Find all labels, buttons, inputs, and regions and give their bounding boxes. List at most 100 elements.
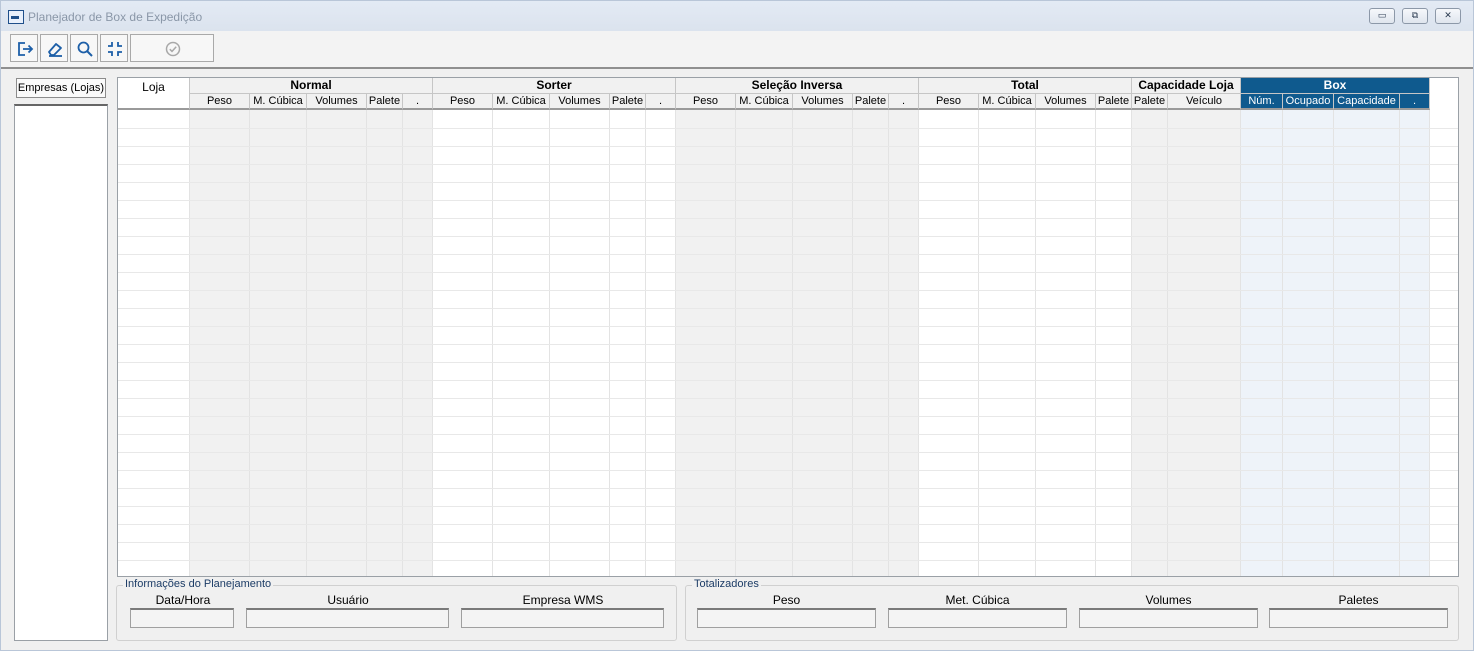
user-field[interactable] — [246, 608, 449, 628]
column-header-2-1[interactable]: M. Cúbica — [736, 94, 793, 110]
title-bar: Planejador de Box de Expedição ▭ ⧉ ✕ — [1, 1, 1473, 31]
row-divider — [118, 416, 1458, 417]
search-icon — [77, 41, 93, 57]
group-header-4: Capacidade Loja — [1132, 78, 1241, 94]
row-divider — [118, 560, 1458, 561]
total-volumes-field[interactable] — [1079, 608, 1258, 628]
field-label-user: Usuário — [327, 593, 369, 607]
planning-info-title: Informações do Planejamento — [123, 578, 274, 590]
datetime-field[interactable] — [130, 608, 234, 628]
toolbar — [1, 31, 1473, 69]
minimize-icon: ▭ — [1377, 11, 1387, 21]
field-label-datetime: Data/Hora — [155, 593, 211, 607]
field-label-total-cubic: Met. Cúbica — [945, 593, 1010, 607]
row-divider — [118, 398, 1458, 399]
row-divider — [118, 362, 1458, 363]
column-header-1-2[interactable]: Volumes — [550, 94, 610, 110]
column-header-1-1[interactable]: M. Cúbica — [493, 94, 550, 110]
column-header-5-0[interactable]: Núm. — [1241, 94, 1283, 110]
group-header-0: Normal — [190, 78, 433, 94]
check-circle-icon — [165, 41, 181, 57]
close-button[interactable]: ✕ — [1435, 8, 1461, 24]
row-divider — [118, 272, 1458, 273]
column-header-0-2[interactable]: Volumes — [307, 94, 367, 110]
row-divider — [118, 236, 1458, 237]
column-header-4-1[interactable]: Veículo — [1168, 94, 1241, 110]
field-label-total-weight: Peso — [772, 593, 801, 607]
row-divider — [118, 380, 1458, 381]
column-header-1-3[interactable]: Palete — [610, 94, 646, 110]
column-header-5-1[interactable]: Ocupado — [1283, 94, 1334, 110]
row-divider — [118, 542, 1458, 543]
total-pallets-field[interactable] — [1269, 608, 1448, 628]
planning-grid[interactable]: Loja Normal Peso M. Cúbica Volumes Palete. Sor… — [117, 77, 1459, 577]
column-header-0-0[interactable]: Peso — [190, 94, 250, 110]
company-wms-field[interactable] — [461, 608, 664, 628]
row-divider — [118, 290, 1458, 291]
row-divider — [118, 434, 1458, 435]
collapse-icon — [108, 42, 122, 56]
column-header-5-2[interactable]: Capacidade — [1334, 94, 1400, 110]
column-header-3-0[interactable]: Peso — [919, 94, 979, 110]
group-header-1: Sorter — [433, 78, 676, 94]
group-header-2: Seleção Inversa — [676, 78, 919, 94]
exit-button[interactable] — [10, 34, 38, 62]
window-title: Planejador de Box de Expedição — [28, 10, 203, 24]
column-header-2-2[interactable]: Volumes — [793, 94, 853, 110]
app-window-icon — [8, 10, 24, 24]
column-header-1-0[interactable]: Peso — [433, 94, 493, 110]
collapse-button[interactable] — [100, 34, 128, 62]
column-header-3-2[interactable]: Volumes — [1036, 94, 1096, 110]
confirm-button[interactable] — [130, 34, 214, 62]
row-divider — [118, 326, 1458, 327]
field-label-total-volumes: Volumes — [1145, 593, 1192, 607]
eraser-icon — [48, 43, 62, 57]
column-header-3-3[interactable]: Palete — [1096, 94, 1132, 110]
column-header-1-4[interactable]: . — [646, 94, 676, 110]
row-divider — [118, 164, 1458, 165]
planning-info-group: Informações do Planejamento Data/Hora Us… — [116, 578, 677, 641]
row-divider — [118, 146, 1458, 147]
companies-list[interactable] — [14, 104, 108, 641]
total-weight-field[interactable] — [697, 608, 876, 628]
exit-icon — [18, 42, 34, 56]
total-cubic-field[interactable] — [888, 608, 1067, 628]
companies-panel: Empresas (Lojas) — [13, 77, 109, 642]
row-divider — [118, 182, 1458, 183]
restore-button[interactable]: ⧉ — [1402, 8, 1428, 24]
row-divider — [118, 344, 1458, 345]
row-divider — [118, 200, 1458, 201]
tab-companies[interactable]: Empresas (Lojas) — [16, 78, 106, 98]
totals-group: Totalizadores Peso Met. Cúbica Volumes P… — [685, 578, 1459, 641]
row-divider — [118, 452, 1458, 453]
search-button[interactable] — [70, 34, 98, 62]
group-header-5: Box — [1241, 78, 1430, 94]
header-loja[interactable]: Loja — [118, 78, 190, 110]
column-header-0-4[interactable]: . — [403, 94, 433, 110]
close-icon: ✕ — [1444, 11, 1452, 21]
row-divider — [118, 524, 1458, 525]
row-divider — [118, 128, 1458, 129]
column-header-2-0[interactable]: Peso — [676, 94, 736, 110]
row-divider — [118, 488, 1458, 489]
column-header-0-3[interactable]: Palete — [367, 94, 403, 110]
clear-button[interactable] — [40, 34, 68, 62]
column-header-2-3[interactable]: Palete — [853, 94, 889, 110]
row-divider — [118, 218, 1458, 219]
minimize-button[interactable]: ▭ — [1369, 8, 1395, 24]
column-header-3-1[interactable]: M. Cúbica — [979, 94, 1036, 110]
totals-title: Totalizadores — [692, 578, 761, 590]
field-label-company-wms: Empresa WMS — [522, 593, 604, 607]
field-label-total-pallets: Paletes — [1338, 593, 1379, 607]
column-header-0-1[interactable]: M. Cúbica — [250, 94, 307, 110]
row-divider — [118, 308, 1458, 309]
row-divider — [118, 470, 1458, 471]
row-divider — [118, 506, 1458, 507]
row-divider — [118, 254, 1458, 255]
column-header-4-0[interactable]: Palete — [1132, 94, 1168, 110]
group-header-3: Total — [919, 78, 1132, 94]
column-header-2-4[interactable]: . — [889, 94, 919, 110]
main-window: Planejador de Box de Expedição ▭ ⧉ ✕ Emp… — [0, 0, 1474, 651]
restore-icon: ⧉ — [1411, 11, 1419, 21]
column-header-5-3[interactable]: . — [1400, 94, 1430, 110]
